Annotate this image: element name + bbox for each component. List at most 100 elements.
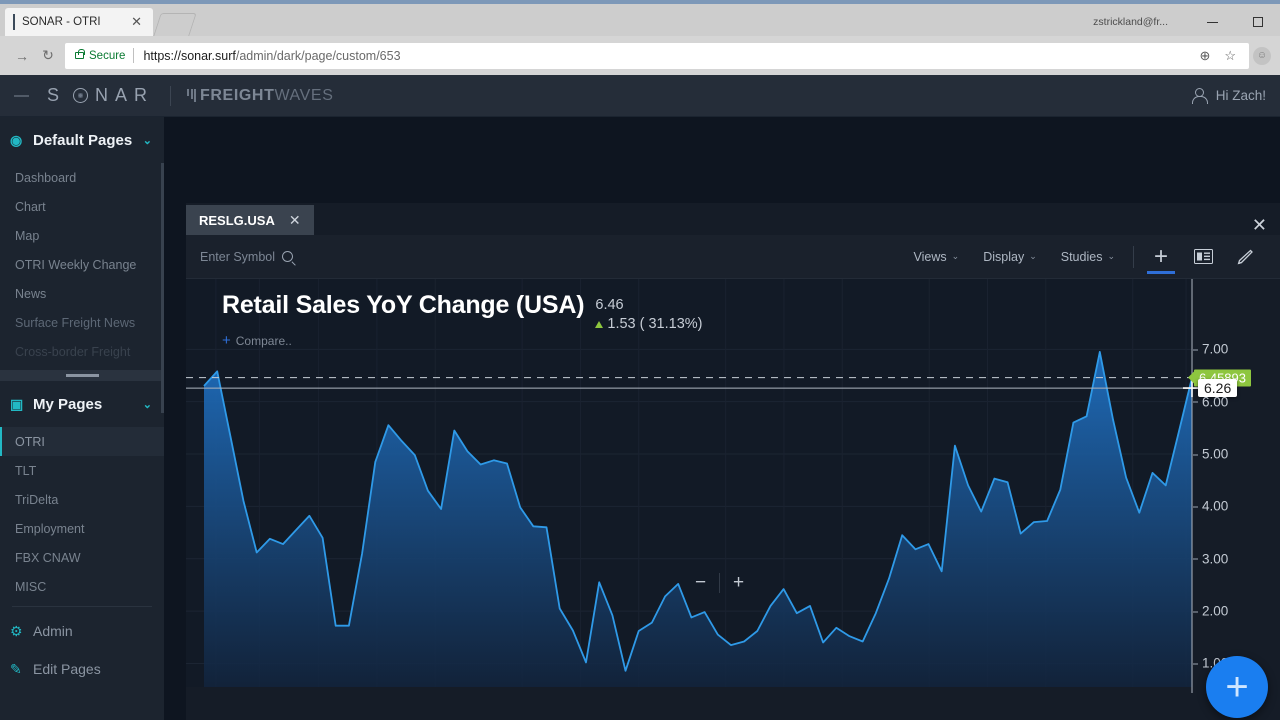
chart-tab-reslg-usa[interactable]: RESLG.USA ✕ (186, 205, 314, 235)
chevron-down-icon[interactable]: ⌄ (143, 398, 152, 411)
sonar-app: — S NAR FREIGHT WAVES Hi Zach! ◉ Default… (0, 75, 1280, 720)
chevron-down-icon: ⌄ (1029, 251, 1037, 261)
zoom-in-button[interactable]: + (720, 569, 757, 597)
address-bar[interactable]: Secure https://sonar.surf/admin/dark/pag… (65, 42, 1249, 69)
symbol-search[interactable]: Enter Symbol (200, 250, 294, 264)
display-dropdown[interactable]: Display ⌄ (971, 250, 1049, 264)
reload-icon[interactable]: ↻ (35, 43, 61, 69)
chart-quote: 6.46 1.53 ( 31.13%) (595, 291, 703, 333)
browser-tabstrip: SONAR - OTRI ✕ zstrickland@fr... (0, 4, 1280, 36)
browser-toolbar: → ↻ Secure https://sonar.surf/admin/dark… (0, 36, 1280, 75)
sidebar-scrollbar[interactable] (161, 163, 164, 413)
sidebar-resize-handle[interactable] (0, 370, 164, 381)
sidebar-item-employment[interactable]: Employment (0, 514, 164, 543)
studies-label: Studies (1060, 249, 1103, 264)
bookmark-star-icon[interactable]: ☆ (1217, 48, 1243, 64)
greeting-label: Hi Zach! (1215, 88, 1266, 103)
sidebar-item-surface-freight-news[interactable]: Surface Freight News (0, 308, 164, 337)
chart-toolbar: Enter Symbol Views ⌄ Display ⌄ Studies ⌄ + (186, 235, 1280, 279)
chart-panel: RESLG.USA ✕ ✕ Enter Symbol Views ⌄ Displa… (186, 203, 1280, 720)
window-maximize-button[interactable] (1235, 8, 1280, 36)
sidebar-section-my-pages[interactable]: ▣ My Pages ⌄ (0, 381, 164, 427)
sidebar-item-tlt[interactable]: TLT (0, 456, 164, 485)
chart-title: Retail Sales YoY Change (USA) (222, 291, 585, 319)
compare-control[interactable]: + Compare.. (222, 332, 292, 349)
panel-close-icon[interactable]: ✕ (1252, 215, 1267, 236)
sidebar-section-title: My Pages (33, 395, 103, 413)
up-arrow-icon (595, 320, 604, 328)
chart-change: 1.53 ( 31.13%) (595, 315, 703, 333)
chart-plot (186, 279, 1201, 693)
app-topbar: — S NAR FREIGHT WAVES Hi Zach! (0, 75, 1280, 117)
secure-label: Secure (89, 49, 126, 62)
y-axis-tick: 2.00 (1192, 603, 1229, 619)
sidebar-item-fbx-cnaw[interactable]: FBX CNAW (0, 543, 164, 572)
sidebar-item-cross-border-freight[interactable]: Cross-border Freight (0, 337, 164, 366)
sidebar-item-news[interactable]: News (0, 279, 164, 308)
chevron-down-icon[interactable]: ⌄ (143, 134, 152, 147)
sidebar-section-title: Default Pages (33, 131, 133, 149)
tab-accent-bar (13, 14, 15, 30)
zoom-out-button[interactable]: − (682, 569, 719, 597)
gear-icon: ⚙ (10, 622, 23, 639)
chart-tab-close-icon[interactable]: ✕ (289, 212, 301, 229)
studies-dropdown[interactable]: Studies ⌄ (1049, 250, 1127, 264)
browser-profile-icon[interactable]: ☺ (1253, 46, 1271, 65)
sidebar-item-admin[interactable]: ⚙ Admin (0, 612, 164, 650)
menu-icon[interactable]: — (14, 87, 29, 104)
sonar-logo[interactable]: S NAR (47, 85, 154, 106)
display-label: Display (983, 249, 1025, 264)
sidebar-item-tridelta[interactable]: TriDelta (0, 485, 164, 514)
user-icon (1191, 87, 1208, 104)
add-chart-button[interactable]: + (1140, 235, 1182, 279)
views-dropdown[interactable]: Views ⌄ (902, 250, 972, 264)
sidebar-item-dashboard[interactable]: Dashboard (0, 163, 164, 192)
sidebar: ◉ Default Pages ⌄ Dashboard Chart Map OT… (0, 117, 164, 720)
sidebar-item-otri[interactable]: OTRI (0, 427, 164, 456)
panel-tabrow: RESLG.USA ✕ ✕ (186, 203, 1280, 235)
new-tab-button[interactable] (153, 13, 197, 36)
sidebar-item-map[interactable]: Map (0, 221, 164, 250)
search-icon[interactable] (282, 251, 294, 262)
sidebar-item-edit-pages[interactable]: ✎ Edit Pages (0, 650, 164, 688)
browser-tab-close-icon[interactable]: ✕ (128, 14, 145, 30)
chart-change-value: 1.53 ( 31.13%) (607, 316, 703, 332)
sidebar-item-otri-weekly-change[interactable]: OTRI Weekly Change (0, 250, 164, 279)
window-controls: zstrickland@fr... (1093, 8, 1280, 36)
toolbar-actions: Views ⌄ Display ⌄ Studies ⌄ + (902, 235, 1266, 279)
chart-header: Retail Sales YoY Change (USA) 6.46 1.53 … (222, 291, 703, 333)
compare-plus-icon[interactable]: + (222, 332, 231, 349)
sonar-logo-s: S (47, 85, 67, 105)
window-minimize-button[interactable] (1190, 8, 1235, 36)
sonar-logo-nar: NAR (95, 85, 155, 105)
browser-account-label[interactable]: zstrickland@fr... (1093, 16, 1168, 28)
sidebar-item-chart[interactable]: Chart (0, 192, 164, 221)
url-path: /admin/dark/page/custom/653 (235, 48, 401, 63)
browser-chrome: SONAR - OTRI ✕ zstrickland@fr... → ↻ Sec… (0, 0, 1280, 75)
y-axis-tick: 3.00 (1192, 551, 1229, 567)
y-axis-tick: 7.00 (1192, 341, 1229, 357)
address-url: https://sonar.surf/admin/dark/page/custo… (143, 49, 1192, 63)
brand-bold: FREIGHT (200, 86, 275, 104)
toolbar-divider (1133, 245, 1134, 268)
browser-tab[interactable]: SONAR - OTRI ✕ (5, 8, 153, 36)
symbol-input[interactable]: Enter Symbol (200, 250, 275, 264)
topbar-divider (170, 85, 172, 106)
sidebar-section-default-pages[interactable]: ◉ Default Pages ⌄ (0, 117, 164, 163)
add-floating-button[interactable]: + (1206, 656, 1268, 718)
y-axis-tick: 4.00 (1192, 498, 1229, 514)
chart-tab-label: RESLG.USA (199, 212, 275, 228)
page-zoom-icon[interactable]: ⊕ (1192, 48, 1217, 64)
y-axis[interactable]: 6.45893 6.26 1.002.003.004.005.006.007.0… (1192, 279, 1280, 720)
chart-last-value: 6.46 (595, 297, 624, 313)
note-icon[interactable] (1182, 235, 1224, 279)
user-greeting[interactable]: Hi Zach! (1191, 87, 1266, 104)
chart-area[interactable]: Retail Sales YoY Change (USA) 6.46 1.53 … (186, 279, 1280, 720)
browser-tab-title: SONAR - OTRI (22, 16, 101, 28)
sidebar-item-misc[interactable]: MISC (0, 572, 164, 601)
sonar-radar-icon (73, 88, 89, 103)
draw-pencil-icon[interactable] (1224, 235, 1266, 279)
chevron-down-icon: ⌄ (1107, 251, 1115, 261)
sidebar-divider (12, 606, 152, 607)
forward-arrow-icon[interactable]: → (9, 43, 35, 69)
